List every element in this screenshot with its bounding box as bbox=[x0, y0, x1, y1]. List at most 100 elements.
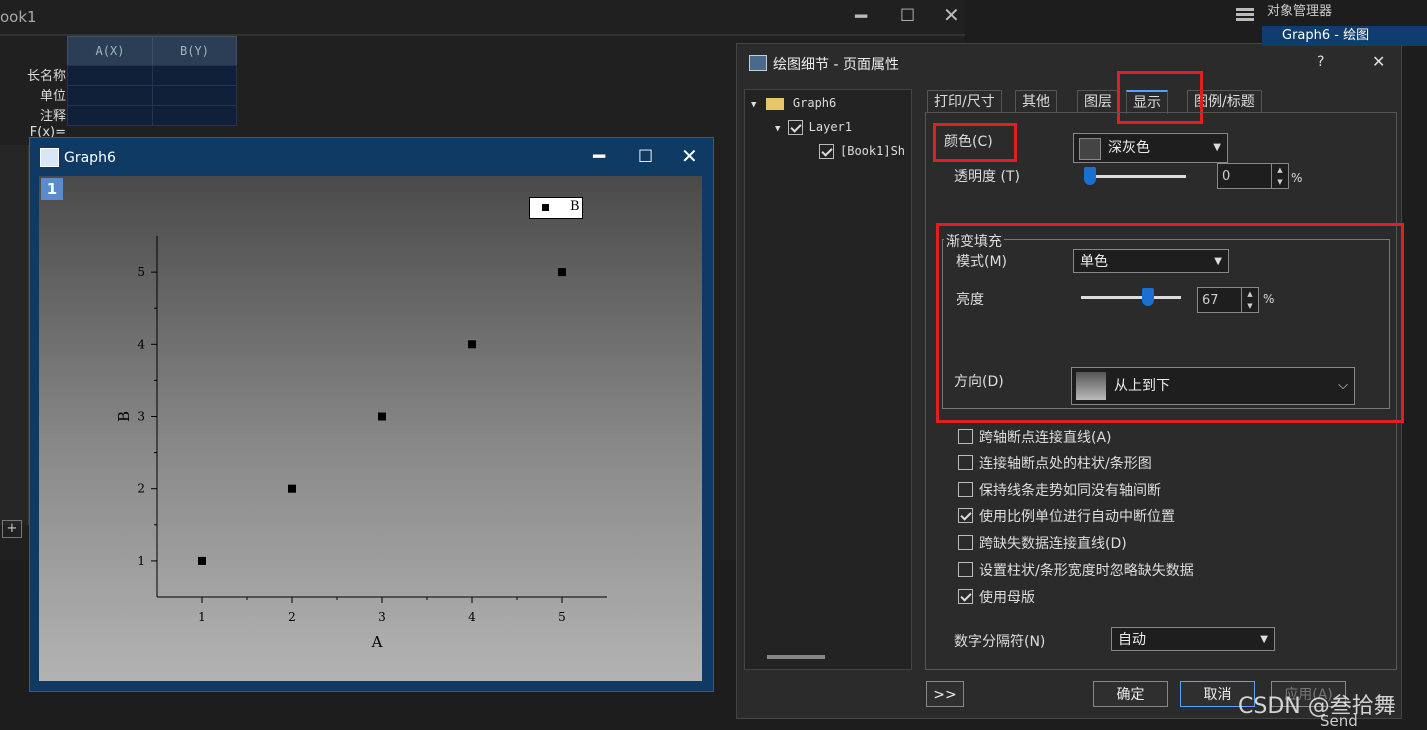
column-header-a[interactable]: A(X) bbox=[67, 36, 153, 66]
chevron-down-icon: ▼ bbox=[1214, 256, 1222, 267]
color-value: 深灰色 bbox=[1108, 140, 1150, 156]
highlight-box-color bbox=[933, 123, 1017, 162]
checkbox-icon[interactable] bbox=[787, 120, 803, 135]
cell[interactable] bbox=[152, 105, 237, 126]
tree-scrollbar[interactable] bbox=[767, 655, 825, 659]
cell[interactable] bbox=[67, 65, 153, 86]
chevron-down-icon: ▼ bbox=[1213, 142, 1221, 153]
cell[interactable] bbox=[152, 65, 237, 86]
data-point[interactable] bbox=[198, 556, 206, 565]
transparency-slider[interactable] bbox=[1086, 175, 1186, 178]
help-button[interactable]: ? bbox=[1317, 54, 1324, 70]
mode-dropdown[interactable]: 单色 ▼ bbox=[1073, 249, 1229, 273]
graph-window: Graph6 ━ □ ✕ 1 B 1 2 3 4 5 1 2 3 4 5 A B bbox=[29, 137, 714, 692]
brightness-slider[interactable] bbox=[1081, 296, 1181, 299]
dialog-title: 绘图细节 - 页面属性 bbox=[773, 57, 899, 73]
graph-minimize-button[interactable]: ━ bbox=[593, 144, 605, 168]
dialog-app-icon bbox=[749, 55, 767, 71]
checkbox-icon[interactable] bbox=[958, 562, 973, 577]
book-title: ook1 bbox=[0, 8, 37, 26]
x-tick-label: 4 bbox=[468, 610, 476, 624]
transparency-spinner[interactable]: 0 ▲ ▼ bbox=[1217, 163, 1289, 189]
color-dropdown[interactable]: 深灰色 ▼ bbox=[1073, 133, 1228, 163]
chevron-down-icon[interactable]: ▼ bbox=[751, 100, 756, 110]
y-axis-label: B bbox=[115, 411, 133, 422]
checkbox-icon[interactable] bbox=[958, 589, 973, 604]
checkbox-label: 保持线条走势如同没有轴间断 bbox=[979, 483, 1161, 499]
graph-page[interactable]: 1 B 1 2 3 4 5 1 2 3 4 5 A B bbox=[39, 176, 702, 681]
transparency-slider-thumb[interactable] bbox=[1084, 167, 1096, 185]
row-label-fx: F(x)= bbox=[29, 125, 66, 137]
dialog-close-button[interactable]: ✕ bbox=[1372, 52, 1385, 71]
percent-label: % bbox=[1263, 292, 1275, 306]
checkbox-icon[interactable] bbox=[958, 429, 973, 444]
digit-separator-value: 自动 bbox=[1118, 632, 1146, 648]
data-point[interactable] bbox=[378, 412, 386, 421]
cell[interactable] bbox=[67, 105, 153, 126]
direction-dropdown[interactable]: 从上到下 ⌵ bbox=[1071, 367, 1355, 405]
add-sheet-button[interactable]: + bbox=[2, 520, 22, 538]
book-minimize-button[interactable]: ━ bbox=[855, 4, 867, 28]
x-tick-label: 5 bbox=[558, 610, 566, 624]
watermark: CSDN @叁拾舞 bbox=[1238, 694, 1396, 719]
y-tick-label: 3 bbox=[137, 410, 145, 424]
data-point[interactable] bbox=[558, 268, 566, 277]
chevron-down-icon[interactable]: ▼ bbox=[775, 124, 780, 134]
brightness-spinner[interactable]: 67 ▲ ▼ bbox=[1197, 287, 1259, 313]
checkbox-connect-bars[interactable]: 连接轴断点处的柱状/条形图 bbox=[958, 453, 1152, 473]
tab-misc[interactable]: 其他 bbox=[1015, 90, 1057, 113]
folder-icon bbox=[765, 97, 784, 110]
checkbox-label: 使用母版 bbox=[979, 590, 1035, 606]
graph-window-title: Graph6 bbox=[64, 150, 116, 166]
x-tick-label: 3 bbox=[378, 610, 386, 624]
checkbox-icon[interactable] bbox=[958, 535, 973, 550]
cell[interactable] bbox=[67, 85, 153, 106]
plot-details-dialog: 绘图细节 - 页面属性 ? ✕ ▼ Graph6 ▼ Layer1 [Book1… bbox=[736, 43, 1404, 719]
checkbox-ignore-missing[interactable]: 设置柱状/条形宽度时忽略缺失数据 bbox=[958, 560, 1194, 580]
checkbox-label: 设置柱状/条形宽度时忽略缺失数据 bbox=[979, 563, 1194, 579]
data-point[interactable] bbox=[288, 484, 296, 493]
y-tick-label: 1 bbox=[137, 554, 145, 568]
checkbox-connect-missing[interactable]: 跨缺失数据连接直线(D) bbox=[958, 533, 1127, 553]
brightness-label: 亮度 bbox=[956, 292, 984, 308]
stack-icon[interactable] bbox=[1236, 6, 1254, 22]
tree-item-plot[interactable]: [Book1]Sh bbox=[819, 144, 905, 159]
graph-maximize-button[interactable]: □ bbox=[638, 145, 653, 164]
spinner-arrows-icon[interactable]: ▲ ▼ bbox=[1241, 288, 1258, 312]
digit-separator-dropdown[interactable]: 自动 ▼ bbox=[1111, 627, 1275, 651]
spinner-arrows-icon[interactable]: ▲ ▼ bbox=[1271, 164, 1288, 188]
checkbox-icon[interactable] bbox=[819, 144, 834, 159]
checkbox-icon[interactable] bbox=[958, 482, 973, 497]
scatter-plot[interactable]: 1 2 3 4 5 1 2 3 4 5 A B bbox=[39, 176, 702, 681]
object-manager-item[interactable]: Graph6 - 绘图 bbox=[1262, 26, 1427, 46]
expand-button[interactable]: >> bbox=[926, 681, 964, 707]
digit-separator-label: 数字分隔符(N) bbox=[954, 634, 1046, 650]
gradient-group-label: 渐变填充 bbox=[944, 231, 1004, 251]
checkbox-icon[interactable] bbox=[958, 455, 973, 470]
checkbox-use-master[interactable]: 使用母版 bbox=[958, 587, 1035, 607]
object-tree[interactable]: ▼ Graph6 ▼ Layer1 [Book1]Sh bbox=[744, 89, 912, 670]
y-tick-label: 2 bbox=[137, 482, 145, 496]
checkbox-connect-across-breaks[interactable]: 跨轴断点连接直线(A) bbox=[958, 427, 1112, 447]
column-header-b[interactable]: B(Y) bbox=[152, 36, 237, 66]
brightness-value: 67 bbox=[1202, 293, 1219, 308]
checkbox-scale-units[interactable]: 使用比例单位进行自动中断位置 bbox=[958, 506, 1175, 526]
ok-button[interactable]: 确定 bbox=[1093, 681, 1168, 707]
data-point[interactable] bbox=[468, 340, 476, 349]
checkbox-icon[interactable] bbox=[958, 508, 973, 523]
cell[interactable] bbox=[152, 85, 237, 106]
chevron-down-icon: ▼ bbox=[1260, 634, 1268, 645]
tab-layers[interactable]: 图层 bbox=[1077, 90, 1119, 113]
display-panel: 颜色(C) 深灰色 ▼ 透明度 (T) 0 ▲ ▼ % 渐变填充 模式(M) 单色… bbox=[925, 112, 1404, 670]
checkbox-label: 连接轴断点处的柱状/条形图 bbox=[979, 456, 1152, 472]
brightness-slider-thumb[interactable] bbox=[1142, 288, 1154, 306]
book-close-button[interactable]: ✕ bbox=[943, 3, 960, 27]
checkbox-keep-trend[interactable]: 保持线条走势如同没有轴间断 bbox=[958, 480, 1161, 500]
tab-print-size[interactable]: 打印/尺寸 bbox=[927, 90, 1002, 113]
book-maximize-button[interactable]: □ bbox=[900, 4, 915, 23]
row-label-units: 单位 bbox=[39, 89, 66, 104]
tree-item-layer[interactable]: ▼ Layer1 bbox=[775, 120, 852, 135]
graph-close-button[interactable]: ✕ bbox=[681, 144, 698, 168]
tree-item-graph[interactable]: ▼ Graph6 bbox=[751, 96, 836, 110]
direction-value: 从上到下 bbox=[1114, 378, 1170, 394]
